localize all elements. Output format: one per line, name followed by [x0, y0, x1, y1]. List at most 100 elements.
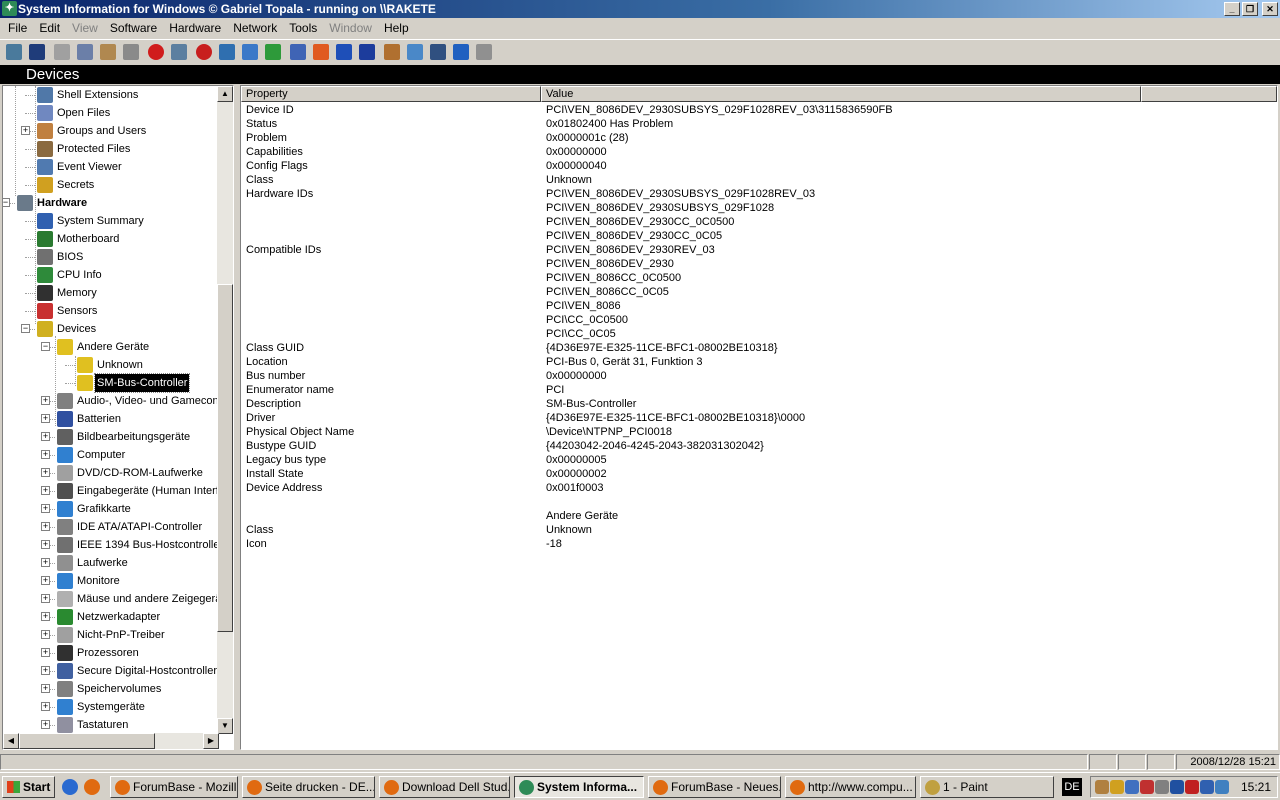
expand-icon[interactable]: +	[21, 126, 30, 135]
paste-button[interactable]	[96, 41, 119, 63]
taskbar-button[interactable]: Seite drucken - DE...	[242, 776, 375, 798]
tree-item[interactable]: + Secure Digital-Hostcontroller	[3, 662, 219, 680]
usb-tray-icon[interactable]	[1170, 780, 1184, 794]
property-row[interactable]: PCI\CC_0C0500	[241, 313, 1241, 327]
property-row[interactable]: Legacy bus type 0x00000005	[241, 453, 1241, 467]
property-row[interactable]: Description SM-Bus-Controller	[241, 397, 1241, 411]
detail-list[interactable]: Property Value Device ID PCI\VEN_8086DEV_…	[240, 85, 1278, 750]
property-row[interactable]: Compatible IDs PCI\VEN_8086DEV_2930REV_03	[241, 243, 1241, 257]
property-row[interactable]: PCI\VEN_8086CC_0C05	[241, 285, 1241, 299]
teapot-button[interactable]	[472, 41, 495, 63]
power-button[interactable]	[309, 41, 332, 63]
property-row[interactable]: Problem 0x0000001c (28)	[241, 131, 1241, 145]
property-row[interactable]: PCI\VEN_8086CC_0C0500	[241, 271, 1241, 285]
sync-tray-icon[interactable]	[1155, 780, 1169, 794]
expand-icon[interactable]: +	[41, 666, 50, 675]
tree-item[interactable]: + IDE ATA/ATAPI-Controller	[3, 518, 219, 536]
property-row[interactable]: Class Unknown	[241, 523, 1241, 537]
scroll-up-button[interactable]: ▲	[217, 86, 233, 102]
ie-icon[interactable]	[62, 779, 78, 795]
expand-icon[interactable]: +	[41, 630, 50, 639]
property-row[interactable]: Config Flags 0x00000040	[241, 159, 1241, 173]
restore-button[interactable]: ❐	[1242, 2, 1258, 16]
property-row[interactable]: Install State 0x00000002	[241, 467, 1241, 481]
print-button[interactable]	[119, 41, 142, 63]
tree-item[interactable]: + Computer	[3, 446, 219, 464]
property-row[interactable]: PCI\VEN_8086DEV_2930SUBSYS_029F1028	[241, 201, 1241, 215]
scroll-thumb[interactable]	[217, 284, 233, 632]
transfer-button[interactable]	[261, 41, 284, 63]
tree-item[interactable]: + Nicht-PnP-Treiber	[3, 626, 219, 644]
expand-icon[interactable]: +	[41, 432, 50, 441]
property-row[interactable]: PCI\VEN_8086	[241, 299, 1241, 313]
menu-file[interactable]: File	[2, 20, 33, 37]
expand-icon[interactable]: +	[41, 504, 50, 513]
expand-icon[interactable]: +	[41, 468, 50, 477]
expand-icon[interactable]: +	[41, 684, 50, 693]
menu-help[interactable]: Help	[378, 20, 415, 37]
help-button[interactable]	[449, 41, 472, 63]
tree-item[interactable]: + Monitore	[3, 572, 219, 590]
monitor-button[interactable]	[167, 41, 190, 63]
tree-item[interactable]: + Eingabegeräte (Human Interface Devices)	[3, 482, 219, 500]
menu-software[interactable]: Software	[104, 20, 163, 37]
property-row[interactable]	[241, 495, 1241, 509]
expand-icon[interactable]: +	[41, 648, 50, 657]
tray-clock[interactable]: 15:21	[1241, 777, 1271, 797]
start-button[interactable]: Start	[2, 776, 55, 798]
expand-icon[interactable]: +	[41, 486, 50, 495]
taskbar-button[interactable]: http://www.compu...	[785, 776, 916, 798]
tree-item[interactable]: + Batterien	[3, 410, 219, 428]
firefox-icon[interactable]	[84, 779, 100, 795]
tree-item[interactable]: − Andere Geräte	[3, 338, 219, 356]
stop-button[interactable]	[144, 41, 167, 63]
column-header-value[interactable]: Value	[541, 86, 1141, 102]
expand-icon[interactable]: +	[41, 720, 50, 729]
taskbar-button[interactable]: ForumBase - Mozill...	[110, 776, 238, 798]
expand-icon[interactable]: +	[41, 450, 50, 459]
tree-horizontal-scrollbar[interactable]: ◀ ▶	[3, 733, 219, 749]
property-row[interactable]: Physical Object Name \Device\NTPNP_PCI001…	[241, 425, 1241, 439]
expand-icon[interactable]: +	[41, 396, 50, 405]
collapse-icon[interactable]: −	[3, 198, 10, 207]
menu-network[interactable]: Network	[227, 20, 283, 37]
tree-item[interactable]: + Mäuse und andere Zeigegeräte	[3, 590, 219, 608]
save-button[interactable]	[25, 41, 48, 63]
tree-item[interactable]: + Prozessoren	[3, 644, 219, 662]
tree-item[interactable]: + Systemgeräte	[3, 698, 219, 716]
property-row[interactable]: PCI\VEN_8086DEV_2930CC_0C05	[241, 229, 1241, 243]
document-button[interactable]	[286, 41, 309, 63]
tree-item[interactable]: + Grafikkarte	[3, 500, 219, 518]
language-indicator[interactable]: DE	[1062, 778, 1082, 796]
property-row[interactable]: Hardware IDs PCI\VEN_8086DEV_2930SUBSYS_0…	[241, 187, 1241, 201]
property-row[interactable]: PCI\VEN_8086DEV_2930CC_0C0500	[241, 215, 1241, 229]
taskbar-button[interactable]: Download Dell Stud...	[379, 776, 510, 798]
property-row[interactable]: PCI\VEN_8086DEV_2930	[241, 257, 1241, 271]
scroll-down-button[interactable]: ▼	[217, 718, 233, 734]
minimize-button[interactable]: _	[1224, 2, 1240, 16]
property-row[interactable]: PCI\CC_0C05	[241, 327, 1241, 341]
tree-vertical-scrollbar[interactable]: ▲ ▼	[217, 86, 233, 734]
collapse-icon[interactable]: −	[21, 324, 30, 333]
property-row[interactable]: Bustype GUID {44203042-2046-4245-2043-382…	[241, 439, 1241, 453]
battery-tray-icon[interactable]	[1200, 780, 1214, 794]
globe-button[interactable]	[238, 41, 261, 63]
taskbar-button[interactable]: 1 - Paint	[920, 776, 1054, 798]
menu-hardware[interactable]: Hardware	[163, 20, 227, 37]
property-row[interactable]: Andere Geräte	[241, 509, 1241, 523]
expand-icon[interactable]: +	[41, 540, 50, 549]
tree-item[interactable]: + Netzwerkadapter	[3, 608, 219, 626]
expand-icon[interactable]: +	[41, 702, 50, 711]
column-header-property[interactable]: Property	[241, 86, 541, 102]
tools-tray-icon[interactable]	[1095, 780, 1109, 794]
property-row[interactable]: Driver {4D36E97E-E325-11CE-BFC1-08002BE10…	[241, 411, 1241, 425]
taskbar-button[interactable]: System Informa...	[514, 776, 644, 798]
sysinfo-app-icon[interactable]: ✦	[2, 1, 17, 16]
hscroll-thumb[interactable]	[19, 733, 155, 749]
property-row[interactable]: Class GUID {4D36E97E-E325-11CE-BFC1-08002…	[241, 341, 1241, 355]
property-row[interactable]: Device ID PCI\VEN_8086DEV_2930SUBSYS_029F…	[241, 103, 1241, 117]
column-header-empty[interactable]	[1141, 86, 1277, 102]
chart-button[interactable]	[215, 41, 238, 63]
menu-tools[interactable]: Tools	[283, 20, 323, 37]
tree-item[interactable]: + Bildbearbeitungsgeräte	[3, 428, 219, 446]
